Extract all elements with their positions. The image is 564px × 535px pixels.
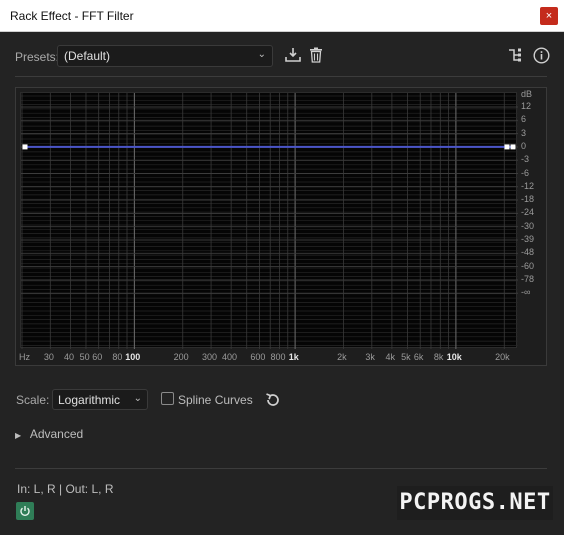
frequency-tick-label: 1k — [288, 352, 299, 362]
scale-label: Scale: — [16, 393, 50, 407]
watermark: PCPROGS.NET — [397, 486, 553, 520]
db-tick-label: -39 — [521, 234, 535, 244]
db-tick-label: 0 — [521, 140, 527, 151]
fft-graph-panel: dB 12 6 3 0 -3 -6 -12 -18 -24 -30 -39 -48 -60 -78 -∞ H… — [15, 87, 547, 366]
db-tick-label: -12 — [521, 180, 535, 191]
plot-svg — [21, 93, 518, 349]
frequency-tick-label: 4k — [385, 352, 396, 362]
db-tick-label: -24 — [521, 207, 535, 218]
frequency-tick-label: 400 — [222, 352, 238, 362]
advanced-label: Advanced — [29, 427, 84, 441]
frequency-tick-label: 2k — [337, 352, 347, 362]
chevron-down-icon: ⌄ — [133, 393, 142, 404]
chevron-right-icon: ▶ — [15, 431, 22, 440]
frequency-tick-label: 600 — [250, 352, 266, 362]
frequency-tick-label: 6k — [413, 352, 424, 362]
db-tick-label: 3 — [521, 127, 527, 138]
db-tick-label: -18 — [521, 194, 535, 205]
frequency-tick-label: 20k — [495, 352, 510, 362]
reset-button[interactable] — [264, 391, 282, 409]
db-tick-label: 12 — [521, 101, 532, 111]
window-title: Rack Effect - FFT Filter — [10, 9, 134, 23]
spline-curves-label: Spline Curves — [178, 393, 253, 407]
db-tick-label: -30 — [521, 220, 535, 231]
divider — [15, 468, 547, 469]
frequency-tick-label: 5k — [401, 352, 411, 362]
scale-dropdown[interactable]: Logarithmic ⌄ — [52, 389, 148, 410]
power-toggle[interactable] — [16, 502, 34, 520]
reset-icon — [266, 393, 279, 406]
db-tick-label: -48 — [521, 247, 535, 258]
db-tick-label: 6 — [521, 114, 527, 125]
delete-preset-button[interactable] — [307, 46, 325, 64]
frequency-tick-label: 100 — [125, 352, 141, 362]
fft-filter-plot[interactable] — [20, 92, 518, 349]
frequency-tick-label: 50 — [79, 352, 90, 362]
advanced-toggle[interactable]: ▶ Advanced — [15, 427, 83, 441]
curve-control-point[interactable] — [504, 144, 510, 150]
frequency-tick-label: 300 — [201, 352, 217, 362]
chevron-down-icon: ⌄ — [257, 49, 266, 60]
curve-control-point[interactable] — [510, 144, 516, 150]
io-channels-label: In: L, R | Out: L, R — [17, 482, 114, 496]
trash-icon — [310, 47, 322, 63]
frequency-tick-label: 200 — [173, 352, 189, 362]
title-bar: Rack Effect - FFT Filter × — [0, 0, 564, 32]
info-button[interactable] — [532, 46, 550, 64]
hz-unit-label: Hz — [19, 352, 30, 362]
presets-selected-value: (Default) — [64, 49, 111, 63]
db-unit-label: dB — [521, 89, 533, 99]
presets-dropdown[interactable]: (Default) ⌄ — [57, 45, 273, 67]
save-preset-button[interactable] — [284, 46, 302, 64]
frequency-tick-label: 8k — [433, 352, 444, 362]
frequency-tick-label: 60 — [92, 352, 103, 362]
db-tick-label: -∞ — [521, 287, 531, 298]
power-icon — [20, 506, 30, 517]
close-button[interactable]: × — [540, 7, 558, 25]
frequency-tick-label: 30 — [43, 352, 54, 362]
frequency-tick-label: 40 — [63, 352, 74, 362]
db-tick-label: -6 — [521, 167, 530, 178]
db-tick-label: -78 — [521, 273, 535, 284]
info-icon — [532, 46, 550, 64]
routing-icon — [509, 48, 521, 62]
frequency-tick-label: 800 — [270, 352, 286, 362]
frequency-tick-label: 3k — [365, 352, 375, 362]
db-tick-label: -3 — [521, 154, 530, 165]
save-preset-icon — [285, 48, 301, 62]
spline-curves-checkbox[interactable] — [161, 392, 174, 405]
frequency-tick-label: 80 — [112, 352, 123, 362]
curve-control-point[interactable] — [22, 144, 28, 150]
presets-label: Presets: — [15, 50, 60, 64]
frequency-tick-label: 10k — [446, 352, 462, 362]
db-tick-label: -60 — [521, 260, 535, 271]
routing-button[interactable] — [507, 46, 525, 64]
scale-selected-value: Logarithmic — [58, 393, 121, 407]
divider — [15, 76, 547, 77]
